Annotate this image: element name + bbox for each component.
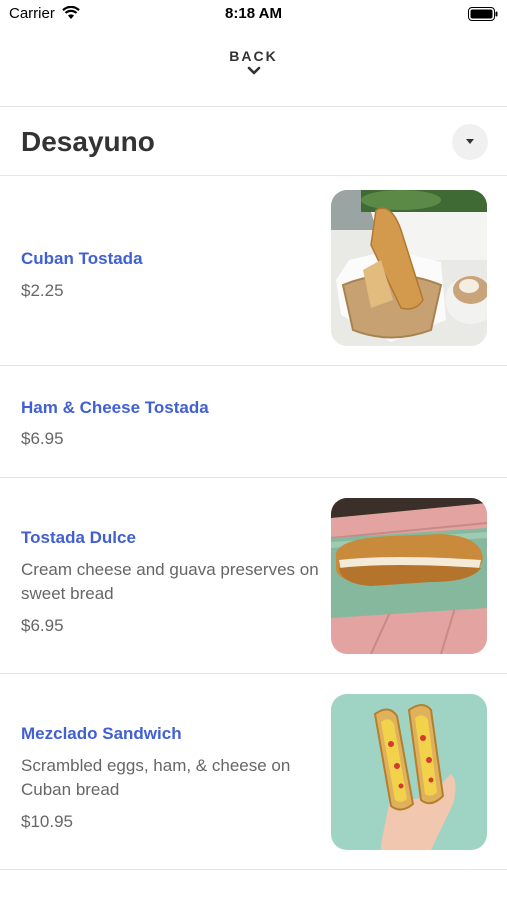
header-divider [0, 106, 507, 107]
item-price: $2.25 [21, 281, 64, 300]
item-name: Ham & Cheese Tostada [21, 398, 209, 417]
chevron-down-icon [247, 66, 260, 75]
item-name: Tostada Dulce [21, 528, 136, 547]
item-photo [331, 498, 487, 654]
item-description: Cream cheese and guava preserves on swee… [21, 560, 319, 603]
item-name: Mezclado Sandwich [21, 724, 182, 743]
item-photo [331, 190, 487, 346]
category-title: Desayuno [21, 126, 155, 157]
item-price: $6.95 [21, 429, 64, 448]
item-name: Cuban Tostada [21, 249, 143, 268]
clock: 8:18 AM [225, 5, 282, 22]
status-bar: Carrier 8:18 AM [0, 0, 507, 28]
item-photo [331, 694, 487, 850]
back-label: BACK [229, 48, 278, 64]
item-description: Scrambled eggs, ham, & cheese on Cuban b… [21, 756, 291, 799]
menu-item-mezclado-sandwich[interactable]: Mezclado Sandwich Scrambled eggs, ham, &… [0, 674, 507, 869]
menu-item-ham-cheese-tostada[interactable]: Ham & Cheese Tostada $6.95 [0, 366, 507, 477]
category-dropdown-button[interactable] [452, 124, 488, 160]
menu-item-cuban-tostada[interactable]: Cuban Tostada $2.25 [0, 176, 507, 365]
item-price: $10.95 [21, 812, 73, 831]
menu-item-tostada-dulce[interactable]: Tostada Dulce Cream cheese and guava pre… [0, 478, 507, 673]
back-button[interactable]: BACK [0, 48, 507, 76]
battery-icon [468, 7, 498, 21]
item-price: $6.95 [21, 616, 64, 635]
item-divider [0, 869, 507, 870]
caret-down-icon [466, 139, 474, 144]
